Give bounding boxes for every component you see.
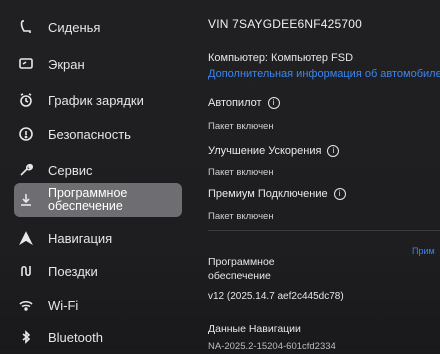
vin-number: VIN 7SAYGDEE6NF425700 [208, 17, 363, 31]
sidebar-item-label: Сиденья [48, 19, 101, 35]
bluetooth-icon [16, 327, 36, 347]
nav-data-title: Данные Навигации [208, 323, 301, 335]
sidebar-item-safety[interactable]: Безопасность [14, 117, 182, 151]
computer-info: Компьютер: Компьютер FSD [208, 52, 354, 64]
feature-autopilot[interactable]: Автопилот i [208, 97, 280, 109]
section-divider [208, 230, 440, 231]
sidebar-item-trips[interactable]: Поездки [14, 254, 182, 288]
sidebar-item-label: Безопасность [48, 126, 131, 142]
sidebar-item-label: График зарядки [48, 92, 144, 108]
sidebar-item-label: Экран [48, 56, 85, 72]
sidebar-item-label: Программное обеспечение [48, 186, 128, 213]
trips-icon [16, 261, 36, 281]
info-icon[interactable]: i [333, 188, 346, 200]
sidebar-item-software[interactable]: Программное обеспечение [14, 183, 182, 217]
feature-acceleration-boost[interactable]: Улучшение Ускорения i [208, 145, 340, 157]
feature-status: Пакет включен [208, 121, 274, 132]
sidebar-item-seats[interactable]: Сиденья [14, 10, 182, 44]
feature-title: Улучшение Ускорения [208, 145, 322, 157]
sidebar-item-label: Навигация [48, 230, 113, 246]
feature-title: Премиум Подключение [208, 188, 328, 200]
wrench-icon [16, 160, 36, 180]
navigation-arrow-icon [16, 228, 36, 248]
feature-status: Пакет включен [208, 211, 274, 222]
feature-premium-connectivity[interactable]: Премиум Подключение i [208, 188, 346, 200]
screen-frame: Сиденья Экран График зарядки Безопасност… [0, 0, 440, 352]
software-version: v12 (2025.14.7 aef2c445dc78) [208, 291, 344, 302]
sidebar-item-label: Bluetooth [48, 329, 103, 345]
download-icon [16, 190, 36, 210]
sidebar-item-navigation[interactable]: Навигация [14, 221, 182, 255]
sidebar-item-bluetooth[interactable]: Bluetooth [14, 320, 182, 354]
display-icon [16, 54, 36, 74]
sidebar-item-service[interactable]: Сервис [14, 153, 182, 187]
safety-icon [16, 124, 36, 144]
software-title: Программное обеспечение [208, 256, 275, 282]
sidebar-item-label: Сервис [48, 162, 93, 178]
wifi-icon [16, 295, 36, 315]
sidebar-item-display[interactable]: Экран [14, 47, 182, 81]
release-notes-link[interactable]: Прим [412, 246, 435, 256]
sidebar-item-wifi[interactable]: Wi-Fi [14, 288, 182, 322]
software-panel: VIN 7SAYGDEE6NF425700 Компьютер: Компьют… [208, 0, 440, 352]
charging-schedule-icon [16, 90, 36, 110]
sidebar-item-label: Поездки [48, 263, 98, 279]
more-info-link[interactable]: Дополнительная информация об автомобиле [208, 68, 440, 80]
feature-title: Автопилот [208, 97, 262, 109]
settings-sidebar: Сиденья Экран График зарядки Безопасност… [0, 0, 190, 350]
sidebar-item-charging-schedule[interactable]: График зарядки [14, 83, 182, 117]
sidebar-item-label: Wi-Fi [48, 297, 79, 313]
info-icon[interactable]: i [267, 97, 280, 109]
nav-data-version: NA-2025.2-15204-601cfd2334 [208, 341, 336, 352]
seat-icon [16, 17, 36, 37]
info-icon[interactable]: i [327, 145, 340, 157]
feature-status: Пакет включен [208, 167, 274, 178]
